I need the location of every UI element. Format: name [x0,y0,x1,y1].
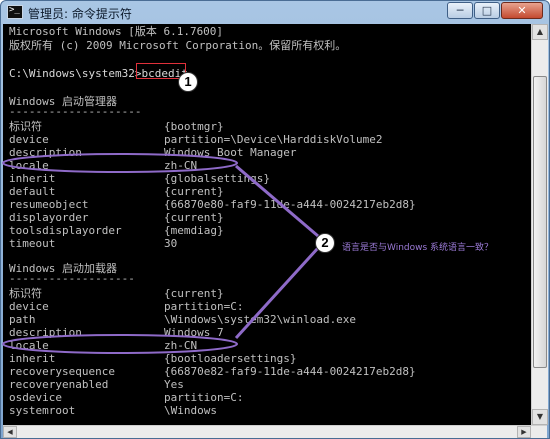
entry-key: description [9,146,82,159]
entry-value: {current} [164,185,224,198]
copyright-line: 版权所有 (c) 2009 Microsoft Corporation。保留所有… [9,39,347,52]
entry-row: toolsdisplayorder {memdiag} [9,224,509,238]
horizontal-scrollbar[interactable]: ◀ ▶ [3,425,547,438]
entry-value: {memdiag} [164,224,224,237]
entry-row: resumeobject {66870e80-faf9-11de-a444-002… [9,198,509,212]
minimize-button[interactable]: ─ [447,2,473,19]
entry-key: recoveryenabled [9,378,109,391]
entry-row: recoverysequence {66870e82-faf9-11de-a444… [9,365,509,379]
entry-key: device [9,300,49,313]
maximize-button[interactable]: □ [474,2,500,19]
step-badge-2: 2 [315,233,335,253]
entry-row: description Windows Boot Manager [9,146,509,160]
entry-row: device partition=\Device\HarddiskVolume2 [9,133,509,147]
entry-value: \Windows\system32\winload.exe [164,313,357,326]
entry-value: partition=C: [164,300,244,313]
prompt-path: C:\Windows\system32> [9,67,142,80]
vertical-scrollbar[interactable]: ▲ ▼ [531,24,548,425]
entry-key: timeout [9,237,56,250]
console-output[interactable]: Microsoft Windows [版本 6.1.7600] 版权所有 (c)… [3,24,531,425]
entry-value: {current} [164,211,224,224]
entry-key: device [9,133,49,146]
window-controls: ─ □ ✕ [446,2,543,19]
entry-key: inherit [9,352,56,365]
entry-row: description Windows 7 [9,326,509,340]
section-underline: ------------------- [9,272,135,285]
entry-row: device partition=C: [9,300,509,314]
entry-row: recoveryenabled Yes [9,378,509,392]
entry-value: Windows 7 [164,326,224,339]
entry-key: path [9,313,36,326]
entry-value: partition=C: [164,391,244,404]
entry-value: {bootmgr} [164,120,224,133]
entry-row: inherit {globalsettings} [9,172,509,186]
cmd-app-icon [7,5,23,19]
entry-row: systemroot \Windows [9,404,509,418]
scroll-thumb[interactable] [533,76,547,368]
entry-value: {globalsettings} [164,172,270,185]
entry-key: 标识符 [9,287,42,300]
entry-row: path \Windows\system32\winload.exe [9,313,509,327]
entry-value: {current} [164,287,224,300]
entry-value: partition=\Device\HarddiskVolume2 [164,133,383,146]
identifier-row: 标识符 {current} [9,287,509,301]
entry-key: default [9,185,56,198]
version-line: Microsoft Windows [版本 6.1.7600] [9,25,224,38]
entry-value: {66870e82-faf9-11de-a444-0024217eb2d8} [164,365,416,378]
window-title: 管理员: 命令提示符 [28,7,132,21]
section-underline: -------------------- [9,105,142,118]
entry-key: resumeobject [9,198,89,211]
entry-value: zh-CN [164,159,198,172]
entry-value: Windows Boot Manager [164,146,297,159]
entry-key: displayorder [9,211,89,224]
locale-row: locale zh-CN [9,159,509,173]
entry-key: recoverysequence [9,365,115,378]
title-bar[interactable]: 管理员: 命令提示符 ─ □ ✕ [1,1,549,25]
entry-key: description [9,326,82,339]
close-button[interactable]: ✕ [501,2,543,19]
entry-key: systemroot [9,404,76,417]
entry-key: locale [9,159,49,172]
scroll-down-arrow-icon[interactable]: ▼ [532,409,548,425]
entry-value: 30 [164,237,178,250]
entry-value: \Windows [164,404,217,417]
step-badge-1: 1 [178,72,198,92]
entry-key: locale [9,339,49,352]
entry-key: osdevice [9,391,62,404]
identifier-row: 标识符 {bootmgr} [9,120,509,134]
entry-row: osdevice partition=C: [9,391,509,405]
scroll-up-arrow-icon[interactable]: ▲ [532,24,548,40]
entry-key: 标识符 [9,120,42,133]
entry-value: {bootloadersettings} [164,352,297,365]
entry-key: toolsdisplayorder [9,224,122,237]
entry-row: displayorder {current} [9,211,509,225]
locale-row: locale zh-CN [9,339,509,353]
entry-value: zh-CN [164,339,198,352]
annotation-note: 语言是否与Windows 系统语言一致？ [342,243,494,253]
scroll-right-arrow-icon[interactable]: ▶ [517,426,531,438]
entry-row: inherit {bootloadersettings} [9,352,509,366]
entry-row: default {current} [9,185,509,199]
entry-key: inherit [9,172,56,185]
entry-value: Yes [164,378,184,391]
entry-value: {66870e80-faf9-11de-a444-0024217eb2d8} [164,198,416,211]
scroll-left-arrow-icon[interactable]: ◀ [3,426,17,438]
